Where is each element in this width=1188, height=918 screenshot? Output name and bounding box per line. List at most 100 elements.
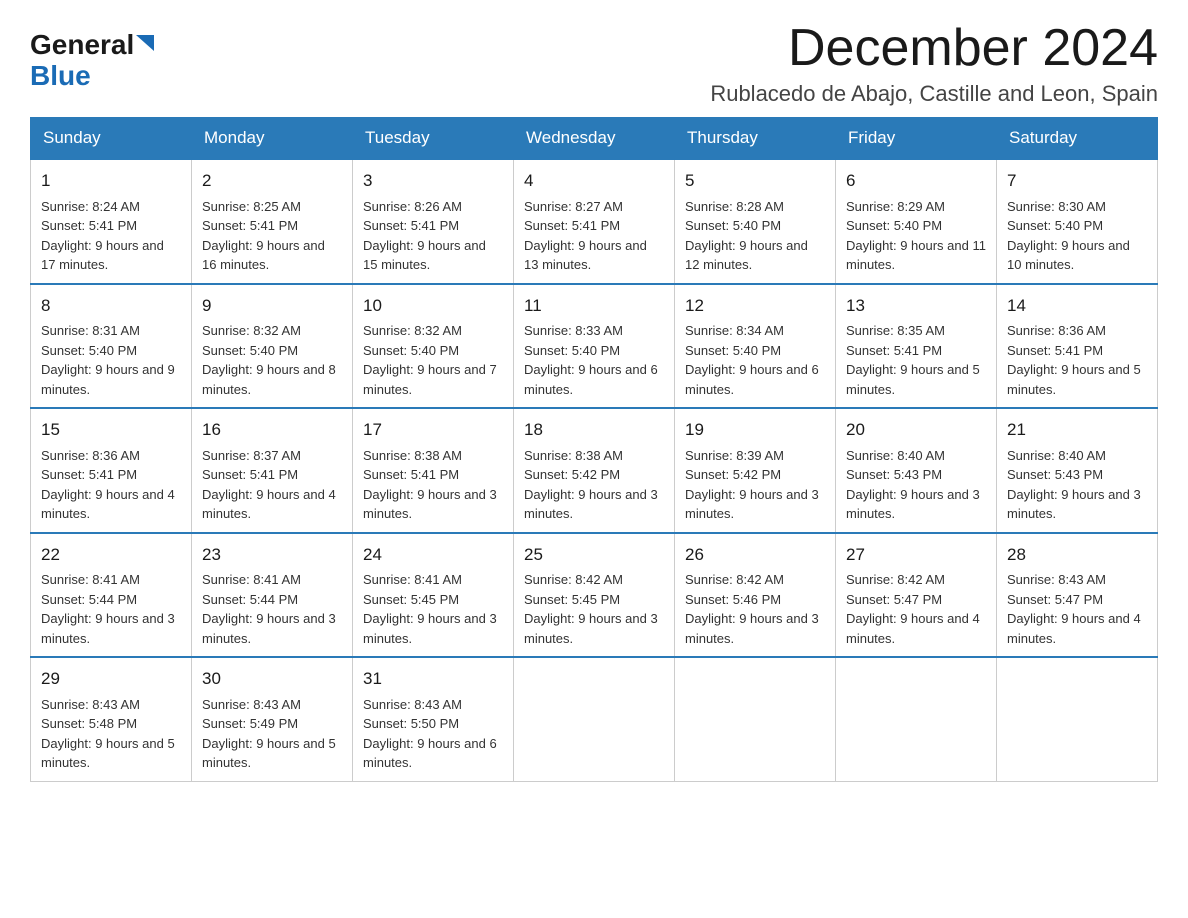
sunrise-label: Sunrise: 8:30 AM [1007, 199, 1106, 214]
calendar-week-row: 22 Sunrise: 8:41 AM Sunset: 5:44 PM Dayligh… [31, 533, 1158, 658]
calendar-cell: 26Sunrise: 8:42 AMSunset: 5:46 PMDayligh… [675, 533, 836, 658]
sunrise-label: Sunrise: 8:40 AM [846, 448, 945, 463]
sunrise-label: Sunrise: 8:43 AM [202, 697, 301, 712]
sunrise-label: Sunrise: 8:41 AM [202, 572, 301, 587]
sunrise-label: Sunrise: 8:33 AM [524, 323, 623, 338]
sunrise-label: Sunrise: 8:24 AM [41, 199, 140, 214]
day-number: 15 [41, 417, 181, 443]
sunset-label: Sunset: 5:49 PM [202, 716, 298, 731]
sunset-label: Sunset: 5:41 PM [1007, 343, 1103, 358]
day-number: 8 [41, 293, 181, 319]
daylight-label: Daylight: 9 hours and 12 minutes. [685, 238, 808, 273]
sunset-label: Sunset: 5:40 PM [41, 343, 137, 358]
day-number: 10 [363, 293, 503, 319]
calendar-table: SundayMondayTuesdayWednesdayThursdayFrid… [30, 117, 1158, 782]
sunset-label: Sunset: 5:42 PM [685, 467, 781, 482]
day-number: 21 [1007, 417, 1147, 443]
sunset-label: Sunset: 5:45 PM [524, 592, 620, 607]
calendar-cell: 6Sunrise: 8:29 AMSunset: 5:40 PMDaylight… [836, 159, 997, 284]
location-title: Rublacedo de Abajo, Castille and Leon, S… [710, 81, 1158, 107]
sunrise-label: Sunrise: 8:25 AM [202, 199, 301, 214]
day-number: 9 [202, 293, 342, 319]
day-number: 29 [41, 666, 181, 692]
calendar-cell: 12Sunrise: 8:34 AMSunset: 5:40 PMDayligh… [675, 284, 836, 409]
sunrise-label: Sunrise: 8:26 AM [363, 199, 462, 214]
day-number: 11 [524, 293, 664, 319]
sunset-label: Sunset: 5:45 PM [363, 592, 459, 607]
day-of-week-header: Thursday [675, 118, 836, 160]
calendar-cell: 8Sunrise: 8:31 AMSunset: 5:40 PMDaylight… [31, 284, 192, 409]
calendar-cell: 5Sunrise: 8:28 AMSunset: 5:40 PMDaylight… [675, 159, 836, 284]
day-number: 13 [846, 293, 986, 319]
sunset-label: Sunset: 5:43 PM [1007, 467, 1103, 482]
sunset-label: Sunset: 5:40 PM [846, 218, 942, 233]
day-number: 4 [524, 168, 664, 194]
sunset-label: Sunset: 5:40 PM [363, 343, 459, 358]
day-number: 18 [524, 417, 664, 443]
sunrise-label: Sunrise: 8:38 AM [524, 448, 623, 463]
daylight-label: Daylight: 9 hours and 3 minutes. [524, 487, 658, 522]
daylight-label: Daylight: 9 hours and 3 minutes. [524, 611, 658, 646]
daylight-label: Daylight: 9 hours and 16 minutes. [202, 238, 325, 273]
sunrise-label: Sunrise: 8:39 AM [685, 448, 784, 463]
daylight-label: Daylight: 9 hours and 17 minutes. [41, 238, 164, 273]
daylight-label: Daylight: 9 hours and 6 minutes. [524, 362, 658, 397]
daylight-label: Daylight: 9 hours and 4 minutes. [1007, 611, 1141, 646]
daylight-label: Daylight: 9 hours and 5 minutes. [41, 736, 175, 771]
daylight-label: Daylight: 9 hours and 3 minutes. [1007, 487, 1141, 522]
calendar-cell: 30Sunrise: 8:43 AMSunset: 5:49 PMDayligh… [192, 657, 353, 781]
sunset-label: Sunset: 5:40 PM [524, 343, 620, 358]
sunset-label: Sunset: 5:43 PM [846, 467, 942, 482]
calendar-cell [675, 657, 836, 781]
day-number: 22 [41, 542, 181, 568]
sunset-label: Sunset: 5:41 PM [524, 218, 620, 233]
calendar-cell: 31Sunrise: 8:43 AMSunset: 5:50 PMDayligh… [353, 657, 514, 781]
calendar-cell: 29Sunrise: 8:43 AMSunset: 5:48 PMDayligh… [31, 657, 192, 781]
daylight-label: Daylight: 9 hours and 13 minutes. [524, 238, 647, 273]
sunrise-label: Sunrise: 8:43 AM [41, 697, 140, 712]
calendar-cell [997, 657, 1158, 781]
day-number: 14 [1007, 293, 1147, 319]
daylight-label: Daylight: 9 hours and 3 minutes. [685, 611, 819, 646]
logo-arrow-icon [136, 35, 154, 51]
calendar-cell: 15Sunrise: 8:36 AMSunset: 5:41 PMDayligh… [31, 408, 192, 533]
day-number: 12 [685, 293, 825, 319]
daylight-label: Daylight: 9 hours and 10 minutes. [1007, 238, 1130, 273]
sunrise-label: Sunrise: 8:27 AM [524, 199, 623, 214]
sunset-label: Sunset: 5:41 PM [846, 343, 942, 358]
sunrise-label: Sunrise: 8:38 AM [363, 448, 462, 463]
day-number: 28 [1007, 542, 1147, 568]
day-of-week-header: Sunday [31, 118, 192, 160]
logo-blue-text: Blue [30, 61, 154, 92]
daylight-label: Daylight: 9 hours and 4 minutes. [846, 611, 980, 646]
sunrise-label: Sunrise: 8:35 AM [846, 323, 945, 338]
calendar-cell: 23Sunrise: 8:41 AMSunset: 5:44 PMDayligh… [192, 533, 353, 658]
sunset-label: Sunset: 5:41 PM [202, 218, 298, 233]
day-number: 5 [685, 168, 825, 194]
day-of-week-header: Saturday [997, 118, 1158, 160]
sunrise-label: Sunrise: 8:31 AM [41, 323, 140, 338]
calendar-cell: 9Sunrise: 8:32 AMSunset: 5:40 PMDaylight… [192, 284, 353, 409]
page-header: General Blue December 2024 Rublacedo de … [30, 20, 1158, 107]
calendar-cell [514, 657, 675, 781]
sunrise-label: Sunrise: 8:29 AM [846, 199, 945, 214]
sunset-label: Sunset: 5:41 PM [41, 218, 137, 233]
day-number: 25 [524, 542, 664, 568]
sunset-label: Sunset: 5:44 PM [41, 592, 137, 607]
sunrise-label: Sunrise: 8:34 AM [685, 323, 784, 338]
sunrise-label: Sunrise: 8:43 AM [363, 697, 462, 712]
day-number: 17 [363, 417, 503, 443]
daylight-label: Daylight: 9 hours and 3 minutes. [363, 611, 497, 646]
day-number: 30 [202, 666, 342, 692]
sunset-label: Sunset: 5:40 PM [1007, 218, 1103, 233]
daylight-label: Daylight: 9 hours and 3 minutes. [363, 487, 497, 522]
day-number: 23 [202, 542, 342, 568]
day-number: 7 [1007, 168, 1147, 194]
day-number: 3 [363, 168, 503, 194]
day-number: 1 [41, 168, 181, 194]
sunrise-label: Sunrise: 8:42 AM [524, 572, 623, 587]
sunset-label: Sunset: 5:46 PM [685, 592, 781, 607]
day-number: 26 [685, 542, 825, 568]
daylight-label: Daylight: 9 hours and 5 minutes. [1007, 362, 1141, 397]
calendar-cell: 28Sunrise: 8:43 AMSunset: 5:47 PMDayligh… [997, 533, 1158, 658]
